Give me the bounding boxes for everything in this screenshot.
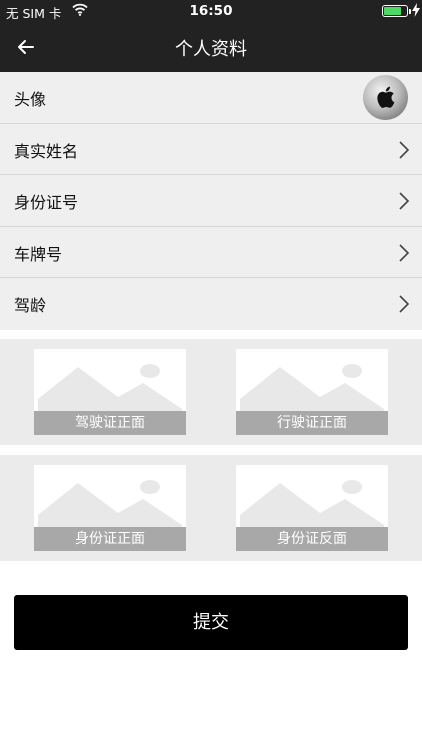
apple-logo-icon: [376, 86, 395, 112]
profile-form: 头像 真实姓名 身份证号 车牌号 驾龄: [0, 72, 422, 330]
status-time: 16:50: [189, 3, 233, 19]
row-id-number-label: 身份证号: [14, 193, 79, 212]
image-placeholder-icon: [240, 349, 384, 415]
chevron-right-icon: [398, 243, 410, 263]
row-plate-number-label: 车牌号: [14, 244, 63, 264]
photo-section-licenses: 驾驶证正面 行驶证正面: [0, 339, 422, 445]
battery-icon: [382, 5, 408, 17]
vehicle-license-front-upload[interactable]: 行驶证正面: [236, 349, 388, 435]
row-driving-years[interactable]: 驾龄: [0, 278, 422, 330]
chevron-right-icon: [398, 140, 410, 160]
row-driving-years-label: 驾龄: [14, 296, 47, 315]
submit-button[interactable]: 提交: [14, 595, 408, 650]
row-real-name[interactable]: 真实姓名: [0, 123, 422, 175]
image-placeholder-icon: [38, 349, 182, 415]
charging-bolt-icon: [412, 3, 420, 21]
row-avatar[interactable]: 头像: [0, 72, 422, 124]
id-card-back-upload[interactable]: 身份证反面: [236, 465, 388, 551]
battery-cap: [409, 9, 411, 14]
driver-license-front-label: 驾驶证正面: [34, 411, 186, 435]
id-card-front-label: 身份证正面: [34, 527, 186, 551]
nav-bar: 个人资料: [0, 22, 422, 72]
page-title: 个人资料: [175, 39, 247, 60]
row-id-number[interactable]: 身份证号: [0, 175, 422, 227]
row-real-name-label: 真实姓名: [14, 141, 79, 161]
vehicle-license-front-label: 行驶证正面: [236, 411, 388, 435]
driver-license-front-upload[interactable]: 驾驶证正面: [34, 349, 186, 435]
id-card-back-label: 身份证反面: [236, 527, 388, 551]
chevron-right-icon: [398, 191, 410, 211]
image-placeholder-icon: [240, 465, 384, 531]
id-card-front-upload[interactable]: 身份证正面: [34, 465, 186, 551]
status-bar: 无 SIM 卡 16:50: [0, 0, 422, 22]
photo-section-id-card: 身份证正面 身份证反面: [0, 455, 422, 561]
avatar[interactable]: [363, 75, 408, 120]
row-plate-number[interactable]: 车牌号: [0, 226, 422, 278]
image-placeholder-icon: [38, 465, 182, 531]
chevron-right-icon: [398, 294, 410, 314]
row-avatar-label: 头像: [14, 90, 47, 109]
